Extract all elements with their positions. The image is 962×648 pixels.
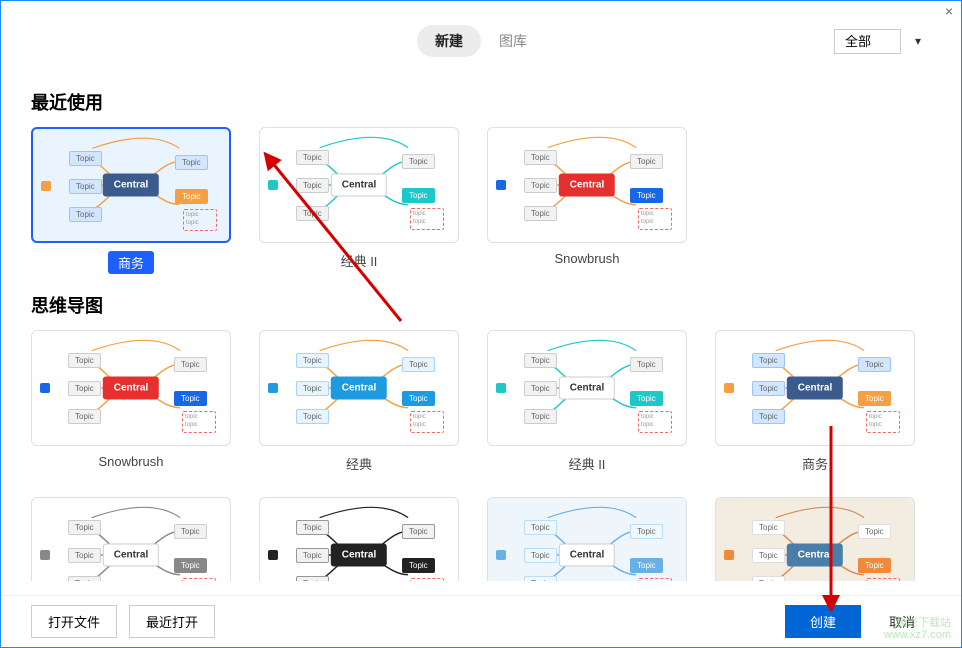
section-title-recent: 最近使用 [31,89,931,115]
open-file-button[interactable]: 打开文件 [31,605,117,638]
content-scroll[interactable]: 最近使用 Topic Topic Topic Topic Topic topic… [1,61,961,581]
close-icon[interactable]: × [945,3,953,19]
filter-select[interactable]: 全部 [834,29,901,54]
tab-new[interactable]: 新建 [417,25,481,57]
recent-grid: Topic Topic Topic Topic Topic topictopic… [31,127,931,274]
template-card[interactable]: Topic Topic Topic Topic Topic topictopic… [487,127,687,243]
recent-open-button[interactable]: 最近打开 [129,605,215,638]
template-card-label: 经典 II [569,454,606,473]
template-card[interactable]: Topic Topic Topic Topic Topic topictopic… [259,497,459,581]
template-card[interactable]: Topic Topic Topic Topic Topic topictopic… [31,127,231,243]
template-card-label: 商务 [108,251,154,274]
template-card-label: 经典 [346,454,372,473]
header: 新建 图库 全部 [1,21,961,61]
template-card[interactable]: Topic Topic Topic Topic Topic topictopic… [487,497,687,581]
template-card-label: Snowbrush [554,251,619,266]
template-card-label: 经典 II [341,251,378,270]
create-button[interactable]: 创建 [785,605,861,638]
template-card-wrap: Topic Topic Topic Topic Topic topictopic… [487,330,687,473]
template-card-label: Snowbrush [98,454,163,469]
template-card[interactable]: Topic Topic Topic Topic Topic topictopic… [31,330,231,446]
template-card-wrap: Topic Topic Topic Topic Topic topictopic… [31,127,231,274]
tab-gallery[interactable]: 图库 [481,25,545,57]
title-bar: × [1,1,961,21]
section-title-mindmap: 思维导图 [31,292,931,318]
template-card-wrap: Topic Topic Topic Topic Topic topictopic… [31,330,231,473]
template-card[interactable]: Topic Topic Topic Topic Topic topictopic… [31,497,231,581]
template-card[interactable]: Topic Topic Topic Topic Topic topictopic… [259,127,459,243]
mindmap-grid: Topic Topic Topic Topic Topic topictopic… [31,330,931,581]
template-card-wrap: Topic Topic Topic Topic Topic topictopic… [487,127,687,274]
template-card[interactable]: Topic Topic Topic Topic Topic topictopic… [259,330,459,446]
template-card-label: 商务 [802,454,828,473]
template-card-wrap: Topic Topic Topic Topic Topic topictopic… [31,497,231,581]
tabs: 新建 图库 [417,25,545,57]
template-card[interactable]: Topic Topic Topic Topic Topic topictopic… [715,497,915,581]
template-card-wrap: Topic Topic Topic Topic Topic topictopic… [259,330,459,473]
watermark: 极光下载站 www.xz7.com [884,617,951,641]
template-card-wrap: Topic Topic Topic Topic Topic topictopic… [259,127,459,274]
footer: 打开文件 最近打开 创建 取消 [1,595,961,647]
template-card-wrap: Topic Topic Topic Topic Topic topictopic… [487,497,687,581]
template-card[interactable]: Topic Topic Topic Topic Topic topictopic… [715,330,915,446]
template-card-wrap: Topic Topic Topic Topic Topic topictopic… [259,497,459,581]
template-card-wrap: Topic Topic Topic Topic Topic topictopic… [715,497,915,581]
template-card[interactable]: Topic Topic Topic Topic Topic topictopic… [487,330,687,446]
template-card-wrap: Topic Topic Topic Topic Topic topictopic… [715,330,915,473]
